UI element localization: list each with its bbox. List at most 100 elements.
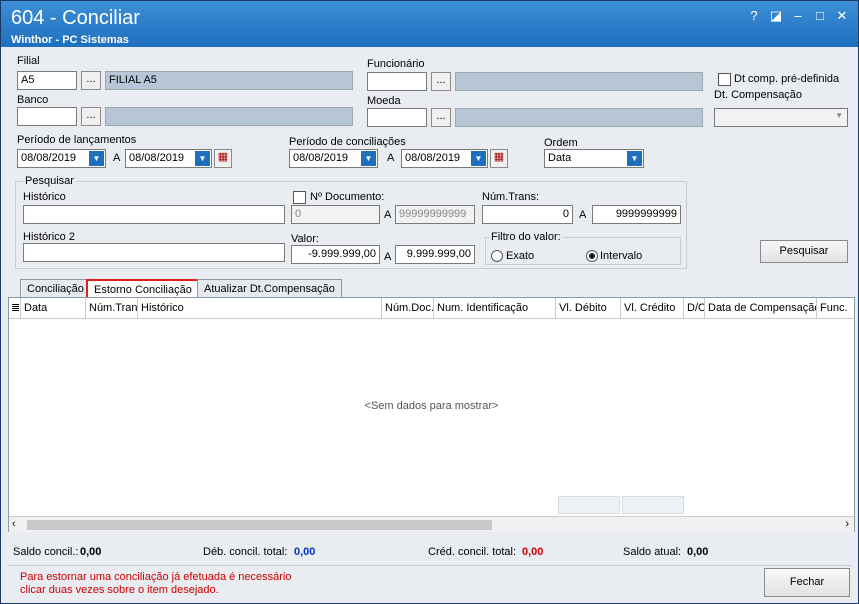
window-title: 604 - Conciliar — [11, 7, 140, 29]
fechar-button[interactable]: Fechar — [764, 568, 850, 597]
dt-comp-checkbox[interactable] — [718, 73, 731, 86]
funcionario-code-input[interactable] — [367, 72, 427, 91]
chevron-down-icon[interactable]: ▼ — [627, 151, 642, 166]
tab-atualizar-dt-compensacao[interactable]: Atualizar Dt.Compensação — [197, 279, 342, 298]
saldo-atual-label: Saldo atual: — [623, 546, 682, 558]
periodo-conc-from-value: 08/08/2019 — [293, 152, 349, 164]
column-header[interactable]: Vl. Débito — [556, 298, 621, 318]
chevron-down-icon[interactable]: ▼ — [361, 151, 376, 166]
banco-code-input[interactable] — [17, 107, 77, 126]
tab-estorno-conciliacao[interactable]: Estorno Conciliação — [86, 279, 200, 299]
horizontal-scrollbar[interactable]: ‹ › — [9, 516, 854, 532]
periodo-conc-to-input[interactable]: 08/08/2019 ▼ — [401, 149, 488, 168]
column-header[interactable]: Histórico — [138, 298, 382, 318]
moeda-code-input[interactable] — [367, 108, 427, 127]
filial-code-input[interactable]: A5 — [17, 71, 77, 90]
historico-input[interactable] — [23, 205, 285, 224]
window-subtitle: Winthor - PC Sistemas — [11, 34, 129, 46]
column-header[interactable]: Núm.Tran — [86, 298, 138, 318]
ordem-label: Ordem — [544, 137, 578, 149]
maximize-icon[interactable]: □ — [811, 7, 829, 25]
funcionario-name-field — [455, 72, 703, 91]
column-header[interactable]: Vl. Crédito — [621, 298, 684, 318]
chevron-down-icon[interactable]: ▼ — [471, 151, 486, 166]
cred-concil-label: Créd. concil. total: — [428, 546, 517, 558]
footer-divider — [7, 565, 852, 566]
num-trans-from-input[interactable]: 0 — [482, 205, 573, 224]
ordem-dropdown[interactable]: Data ▼ — [544, 149, 644, 168]
nro-doc-to-input[interactable]: 99999999999 — [395, 205, 475, 224]
dt-compensacao-dropdown[interactable]: ▼ — [714, 108, 848, 127]
close-icon[interactable]: ✕ — [833, 7, 851, 25]
num-trans-label: Núm.Trans: — [482, 191, 540, 203]
a-label: A — [387, 152, 395, 164]
minimize-icon[interactable]: – — [789, 7, 807, 25]
help-icon[interactable]: ? — [745, 7, 763, 25]
column-header[interactable]: Núm.Doc. — [382, 298, 434, 318]
grid-menu-icon[interactable]: ≣ — [9, 298, 21, 318]
main-window: 604 - Conciliar Winthor - PC Sistemas ? … — [0, 0, 859, 604]
a-label: A — [113, 152, 121, 164]
a-label: A — [579, 209, 587, 221]
periodo-conc-from-input[interactable]: 08/08/2019 ▼ — [289, 149, 378, 168]
valor-to-input[interactable]: 9.999.999,00 — [395, 245, 475, 264]
a-label: A — [384, 209, 392, 221]
pesquisar-group-label: Pesquisar — [23, 175, 76, 187]
column-header[interactable]: Func. — [817, 298, 854, 318]
periodo-lanc-to-value: 08/08/2019 — [129, 152, 185, 164]
periodo-lanc-from-input[interactable]: 08/08/2019 ▼ — [17, 149, 106, 168]
periodo-conciliacoes-label: Período de conciliações — [289, 136, 406, 148]
footer-cell — [622, 496, 684, 514]
periodo-lanc-from-value: 08/08/2019 — [21, 152, 77, 164]
funcionario-lookup-button[interactable]: ... — [431, 72, 451, 91]
periodo-lanc-to-input[interactable]: 08/08/2019 ▼ — [125, 149, 212, 168]
data-grid[interactable]: ≣ Data Núm.Tran Histórico Núm.Doc. Num. … — [8, 297, 855, 532]
calendar-icon[interactable]: ▦ — [214, 149, 232, 168]
num-trans-to-input[interactable]: 9999999999 — [592, 205, 681, 224]
exato-radio[interactable] — [491, 250, 503, 262]
dt-compensacao-label: Dt. Compensação — [714, 89, 803, 101]
chevron-down-icon[interactable]: ▼ — [195, 151, 210, 166]
funcionario-label: Funcionário — [367, 58, 425, 70]
nro-doc-from-input[interactable]: 0 — [291, 205, 380, 224]
calendar-icon[interactable]: ▦ — [490, 149, 508, 168]
title-bar: 604 - Conciliar Winthor - PC Sistemas ? … — [1, 1, 858, 47]
periodo-lancamentos-label: Período de lançamentos — [17, 134, 137, 146]
column-header[interactable]: Num. Identificação — [434, 298, 556, 318]
banco-name-field — [105, 107, 353, 126]
filial-lookup-button[interactable]: ... — [81, 71, 101, 90]
scrollbar-thumb[interactable] — [27, 520, 492, 530]
dt-comp-label: Dt comp. pré-definida — [734, 73, 840, 85]
column-header[interactable]: D/C — [684, 298, 705, 318]
column-header[interactable]: Data — [21, 298, 86, 318]
intervalo-radio[interactable] — [586, 250, 598, 262]
historico2-input[interactable] — [23, 243, 285, 262]
saldo-concil-value: 0,00 — [80, 546, 102, 558]
cred-concil-value: 0,00 — [522, 546, 544, 558]
historico2-label: Histórico 2 — [23, 231, 75, 243]
nro-documento-checkbox[interactable] — [293, 191, 306, 204]
header-divider — [9, 318, 854, 319]
resize-icon[interactable]: ◪ — [767, 7, 785, 25]
pesquisar-button[interactable]: Pesquisar — [760, 240, 848, 263]
banco-label: Banco — [17, 94, 49, 106]
scroll-left-icon[interactable]: ‹ — [12, 518, 16, 530]
banco-lookup-button[interactable]: ... — [81, 107, 101, 126]
valor-from-input[interactable]: -9.999.999,00 — [291, 245, 380, 264]
exato-label: Exato — [506, 250, 535, 262]
moeda-label: Moeda — [367, 95, 401, 107]
estorno-hint-line2: clicar duas vezes sobre o item desejado. — [20, 584, 219, 596]
deb-concil-label: Déb. concil. total: — [203, 546, 288, 558]
moeda-lookup-button[interactable]: ... — [431, 108, 451, 127]
chevron-down-icon[interactable]: ▼ — [89, 151, 104, 166]
valor-label: Valor: — [291, 233, 319, 245]
intervalo-label: Intervalo — [600, 250, 643, 262]
scroll-right-icon[interactable]: › — [845, 518, 849, 530]
filial-name-field: FILIAL A5 — [105, 71, 353, 90]
historico-label: Histórico — [23, 191, 66, 203]
a-label: A — [384, 251, 392, 263]
deb-concil-value: 0,00 — [294, 546, 316, 558]
tab-conciliacao[interactable]: Conciliação — [20, 279, 91, 298]
column-header[interactable]: Data de Compensação — [705, 298, 817, 318]
estorno-hint-line1: Para estornar uma conciliação já efetuad… — [20, 571, 292, 583]
